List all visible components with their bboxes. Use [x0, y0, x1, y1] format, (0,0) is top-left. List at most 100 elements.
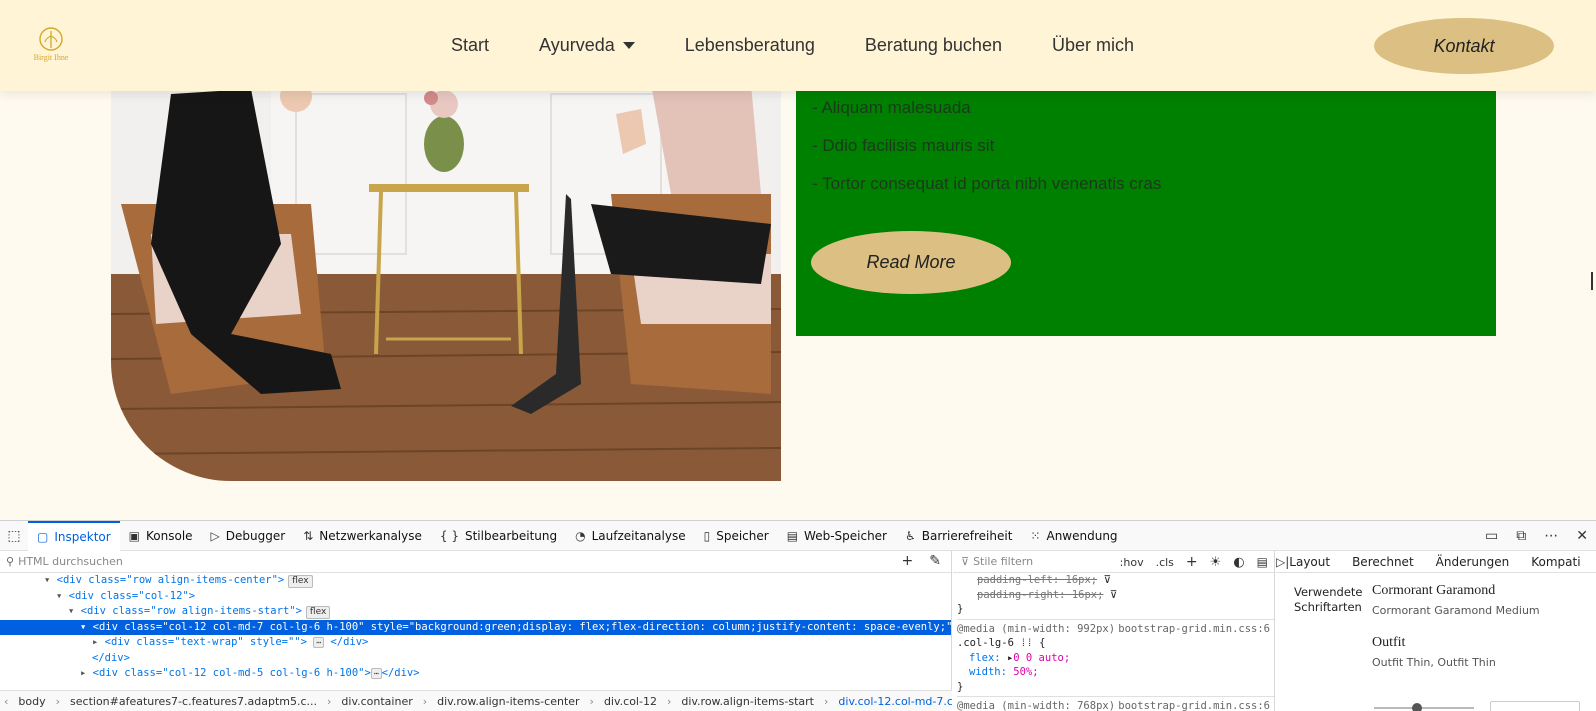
tab-aenderungen[interactable]: Änderungen	[1436, 555, 1510, 569]
grid-icon[interactable]: ⁞⁞	[1020, 637, 1033, 649]
property-name[interactable]: width:	[969, 666, 1007, 678]
filter-icon: ⊽	[1103, 574, 1112, 586]
nav-lebensberatung[interactable]: Lebensberatung	[685, 35, 815, 56]
html-search-bar[interactable]: ⚲ HTML durchsuchen + ✎	[0, 551, 951, 573]
tree-node[interactable]: ▾ <div class="row align-items-center"> fl…	[0, 573, 951, 589]
font-size-input[interactable]	[1490, 701, 1580, 711]
braces-icon: { }	[439, 528, 459, 543]
tree-node-selected[interactable]: ▾ <div class="col-12 col-md-7 col-lg-6 h…	[0, 619, 951, 635]
breadcrumb-item[interactable]: div.container	[341, 695, 412, 708]
site-logo[interactable]: Birgit Ihne	[28, 26, 74, 68]
breadcrumb-item[interactable]: div.col-12	[604, 695, 657, 708]
rule-selector[interactable]: .col-lg-6	[957, 637, 1014, 649]
stylesheet-link[interactable]: bootstrap-grid.min.css:6	[1118, 622, 1270, 637]
font-name: Cormorant Garamond	[1372, 583, 1496, 598]
breadcrumb-item[interactable]: body	[18, 695, 45, 708]
performance-icon: ◔	[575, 528, 586, 543]
tab-netzwerkanalyse[interactable]: ⇅ Netzwerkanalyse	[294, 521, 431, 551]
tab-anwendung[interactable]: ⁙ Anwendung	[1021, 521, 1126, 551]
tree-node[interactable]: ▸ <div class="col-12 col-md-5 col-lg-6 h…	[0, 666, 951, 682]
breadcrumb-left-arrow-icon[interactable]: ‹	[4, 695, 8, 708]
tab-laufzeitanalyse-label: Laufzeitanalyse	[591, 528, 686, 543]
search-icon: ⚲	[6, 555, 15, 568]
property-value[interactable]: 50%;	[1013, 666, 1038, 678]
tab-web-speicher-label: Web-Speicher	[804, 528, 887, 543]
collapsed-content-badge[interactable]: ⋯	[313, 637, 325, 648]
flex-badge[interactable]: flex	[288, 575, 313, 588]
tab-konsole[interactable]: ▣ Konsole	[120, 521, 202, 551]
caret-down-icon	[622, 42, 635, 49]
tab-speicher[interactable]: ▯ Speicher	[695, 521, 778, 551]
element-picker-icon[interactable]: ⬚	[0, 528, 28, 544]
nav-ayurveda[interactable]: Ayurveda	[539, 35, 635, 56]
tab-web-speicher[interactable]: ▤ Web-Speicher	[778, 521, 896, 551]
contact-button[interactable]: Kontakt	[1374, 18, 1554, 74]
nav-beratung-buchen[interactable]: Beratung buchen	[865, 35, 1002, 56]
sidebar-toggle-icon[interactable]: ▷|	[1276, 555, 1289, 569]
dark-mode-icon[interactable]: ◐	[1233, 555, 1244, 570]
nav-start[interactable]: Start	[451, 35, 489, 56]
tree-node-tag: <div class="row align-items-start">	[80, 605, 302, 617]
add-node-icon[interactable]: +	[902, 553, 914, 569]
accessibility-icon: ♿	[905, 528, 916, 543]
property-name[interactable]: flex:	[969, 652, 1001, 664]
breadcrumb-item[interactable]: section#afeatures7-c.features7.adaptm5.c…	[70, 695, 317, 708]
flex-badge[interactable]: flex	[305, 606, 331, 619]
breadcrumb-item[interactable]: div.row.align-items-start	[681, 695, 814, 708]
tab-stilbearbeitung-label: Stilbearbeitung	[464, 528, 558, 543]
nav-ueber-mich[interactable]: Über mich	[1052, 35, 1134, 56]
print-media-icon[interactable]: ▤	[1257, 555, 1268, 569]
media-query: @media (min-width: 992px)	[957, 622, 1116, 635]
stylesheet-link[interactable]: bootstrap-grid.min.css:6	[1118, 699, 1270, 711]
cls-toggle[interactable]: .cls	[1156, 556, 1174, 569]
rule-divider	[957, 696, 1274, 697]
css-declaration-overridden[interactable]: padding-left: 16px; ⊽	[957, 573, 1274, 588]
hov-toggle[interactable]: :hov	[1120, 556, 1144, 569]
scrollbar-marker[interactable]	[1591, 272, 1593, 290]
layout-pane: ▷| Layout Berechnet Änderungen Kompati ▾…	[1276, 551, 1596, 711]
breadcrumb-separator-icon: ›	[55, 695, 61, 708]
fonts-label: Verwendete Schriftarten	[1294, 585, 1363, 614]
tab-inspektor[interactable]: ▢ Inspektor	[28, 520, 120, 551]
light-mode-icon[interactable]: ☀	[1210, 555, 1222, 570]
devtools-toolbar: ⬚ ▢ Inspektor ▣ Konsole ▷ Debugger ⇅ Netzwer…	[0, 520, 1596, 551]
tab-netzwerkanalyse-label: Netzwerkanalyse	[319, 528, 422, 543]
layout-tabs: ▷| Layout Berechnet Änderungen Kompati ▾	[1276, 551, 1596, 573]
rules-filter-bar[interactable]: ⊽ Stile filtern :hov .cls + ☀ ◐ ▤	[953, 551, 1274, 573]
html-search-input[interactable]: HTML durchsuchen	[18, 555, 123, 568]
eyedropper-icon[interactable]: ✎	[929, 553, 941, 569]
more-icon[interactable]: ⋯	[1544, 528, 1558, 544]
tree-node[interactable]: ▾ <div class="col-12">	[0, 589, 951, 605]
collapsed-content-badge[interactable]: ⋯	[370, 668, 382, 679]
collapsed-arrow-icon: ▸	[80, 667, 93, 679]
tree-node[interactable]: ▾ <div class="row align-items-start"> fle…	[0, 604, 951, 620]
tab-layout[interactable]: Layout	[1289, 555, 1330, 569]
breadcrumb-separator-icon: ›	[666, 695, 672, 708]
responsive-icon[interactable]: ▭	[1485, 528, 1498, 544]
tab-laufzeitanalyse[interactable]: ◔ Laufzeitanalyse	[566, 521, 694, 551]
tab-barrierefreiheit[interactable]: ♿ Barrierefreiheit	[896, 521, 1021, 551]
rule-open-brace: {	[1039, 637, 1046, 649]
property-value[interactable]: 0 0 auto;	[1013, 652, 1070, 664]
breadcrumb-item[interactable]: div.row.align-items-center	[437, 695, 579, 708]
rules-filter-input[interactable]: Stile filtern	[973, 555, 1033, 568]
declaration-text: padding-right: 16px;	[977, 588, 1104, 601]
tab-debugger[interactable]: ▷ Debugger	[202, 521, 295, 551]
dock-icon[interactable]: ⧉	[1516, 528, 1526, 544]
breadcrumb-item-current[interactable]: div.col-12.col-md-7.col-lg-6.h-100	[838, 695, 952, 708]
font-size-slider-thumb[interactable]	[1412, 703, 1422, 711]
tab-kompatibilitaet[interactable]: Kompati	[1531, 555, 1580, 569]
feature-bullet-2: - Ddio facilisis mauris sit	[812, 136, 995, 155]
tab-stilbearbeitung[interactable]: { } Stilbearbeitung	[431, 521, 566, 551]
close-icon[interactable]: ✕	[1576, 528, 1588, 544]
tree-node[interactable]: ▸ <div class="text-wrap" style=""> ⋯ </d…	[0, 635, 951, 651]
tab-berechnet[interactable]: Berechnet	[1352, 555, 1414, 569]
add-rule-icon[interactable]: +	[1186, 554, 1198, 570]
read-more-button[interactable]: Read More	[811, 231, 1011, 294]
css-declaration-overridden[interactable]: padding-right: 16px; ⊽	[957, 588, 1274, 603]
css-declaration[interactable]: width: 50%;	[957, 665, 1274, 680]
html-tree-pane: ⚲ HTML durchsuchen + ✎ ▾ <div class="row…	[0, 551, 952, 711]
font-size-slider-track[interactable]	[1374, 707, 1474, 709]
feature-bullet-1: - Aliquam malesuada	[812, 98, 971, 117]
css-declaration[interactable]: flex: ▸0 0 auto;	[957, 651, 1274, 666]
